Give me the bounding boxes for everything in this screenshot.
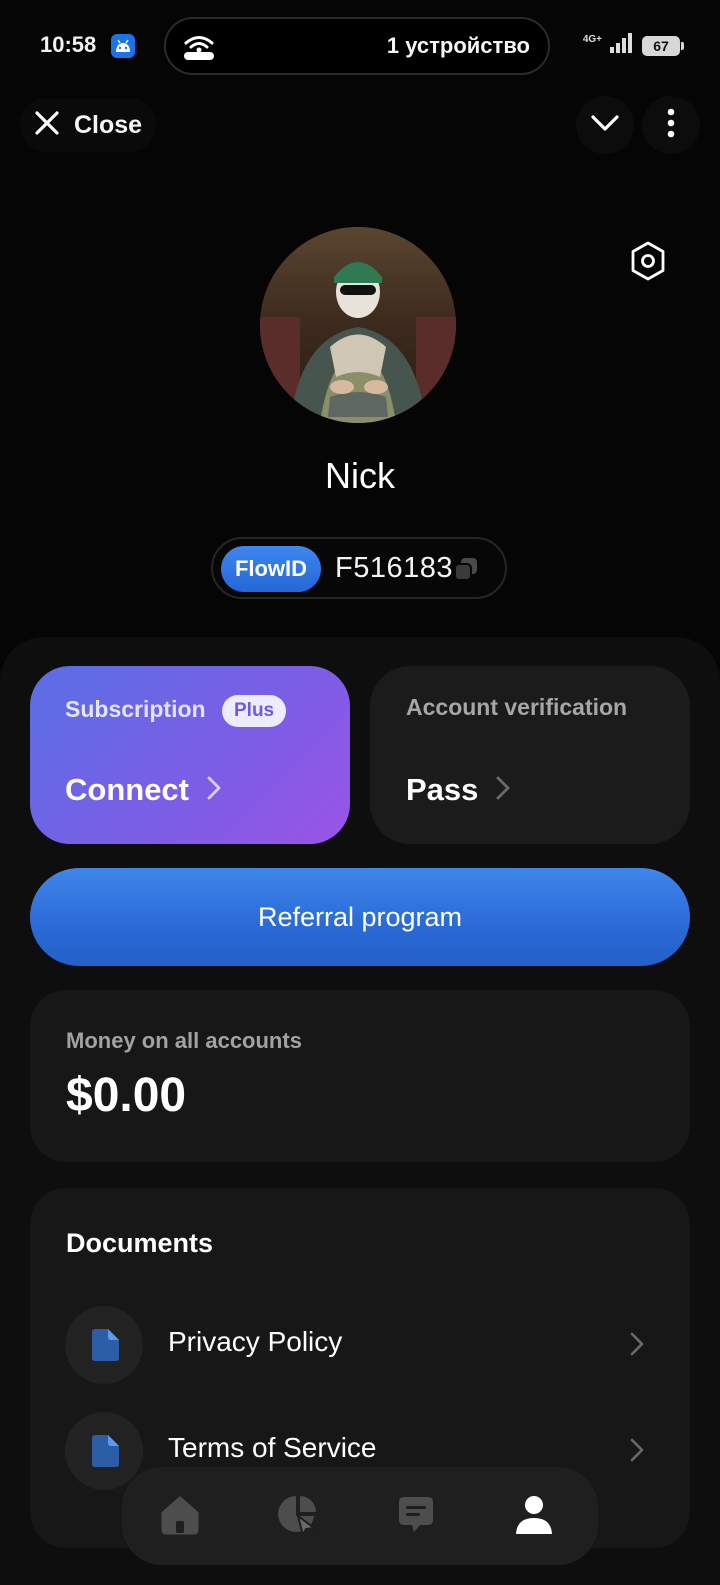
document-label: Privacy Policy bbox=[168, 1326, 343, 1357]
battery-indicator: 67 bbox=[642, 35, 684, 56]
chevron-right-icon bbox=[207, 776, 221, 805]
settings-button[interactable] bbox=[626, 240, 670, 286]
android-notification-icon bbox=[111, 34, 135, 58]
nav-chat[interactable] bbox=[388, 1489, 444, 1545]
verification-card[interactable]: Account verification Pass bbox=[370, 666, 690, 844]
status-bar: 10:58 1 устройство 4G+ 67 bbox=[0, 0, 720, 92]
pass-label: Pass bbox=[406, 772, 479, 807]
chart-icon bbox=[276, 1494, 320, 1541]
settings-icon bbox=[630, 241, 666, 286]
status-time: 10:58 bbox=[40, 32, 97, 57]
hotspot-icon bbox=[182, 33, 216, 66]
island-text: 1 устройство bbox=[386, 33, 530, 58]
nav-home[interactable] bbox=[152, 1489, 208, 1545]
flowid-badge: FlowID bbox=[221, 546, 321, 592]
top-actions bbox=[576, 96, 700, 154]
avatar[interactable] bbox=[260, 227, 456, 423]
documents-title: Documents bbox=[66, 1228, 214, 1258]
home-icon bbox=[159, 1495, 201, 1540]
chevron-down-icon bbox=[590, 113, 620, 138]
copy-icon bbox=[453, 558, 479, 586]
profile-icon bbox=[514, 1494, 554, 1541]
close-label: Close bbox=[74, 110, 143, 139]
status-indicators: 4G+ 67 bbox=[582, 33, 684, 58]
chevron-right-icon bbox=[496, 776, 510, 805]
nav-profile[interactable] bbox=[506, 1489, 562, 1545]
flowid-pill: FlowID F516183 bbox=[211, 537, 507, 599]
pass-action[interactable]: Pass bbox=[406, 772, 510, 808]
chevron-right-icon bbox=[630, 1332, 644, 1361]
dynamic-island[interactable]: 1 устройство bbox=[164, 17, 550, 75]
bottom-navigation bbox=[122, 1467, 598, 1565]
document-icon bbox=[65, 1306, 143, 1384]
plus-badge: Plus bbox=[222, 695, 287, 727]
document-item-privacy-policy[interactable]: Privacy Policy bbox=[30, 1300, 690, 1390]
subscription-label: Subscription bbox=[65, 696, 206, 722]
more-options-button[interactable] bbox=[642, 96, 700, 154]
chevron-right-icon bbox=[630, 1438, 644, 1467]
money-card[interactable]: Money on all accounts $0.00 bbox=[30, 990, 690, 1162]
verification-label: Account verification bbox=[406, 694, 628, 720]
money-label: Money on all accounts bbox=[66, 1028, 302, 1053]
copy-button[interactable] bbox=[453, 556, 479, 582]
flowid-value: F516183 bbox=[335, 552, 453, 584]
signal-icon bbox=[610, 33, 634, 58]
close-icon bbox=[34, 110, 60, 141]
network-type: 4G+ bbox=[582, 34, 602, 45]
referral-program-button[interactable]: Referral program bbox=[30, 868, 690, 966]
close-button[interactable]: Close bbox=[20, 98, 157, 152]
more-vertical-icon bbox=[667, 108, 675, 143]
connect-action[interactable]: Connect bbox=[65, 772, 221, 808]
subscription-card[interactable]: Subscription Plus Connect bbox=[30, 666, 350, 844]
chat-icon bbox=[395, 1494, 437, 1541]
nav-markets[interactable] bbox=[270, 1489, 326, 1545]
user-name: Nick bbox=[325, 455, 395, 496]
connect-label: Connect bbox=[65, 772, 189, 807]
collapse-button[interactable] bbox=[576, 96, 634, 154]
profile-screen: 10:58 1 устройство 4G+ 67 Close Nick Flo… bbox=[0, 0, 720, 1585]
document-icon bbox=[65, 1412, 143, 1490]
document-label: Terms of Service bbox=[168, 1432, 377, 1463]
money-value: $0.00 bbox=[66, 1069, 187, 1122]
